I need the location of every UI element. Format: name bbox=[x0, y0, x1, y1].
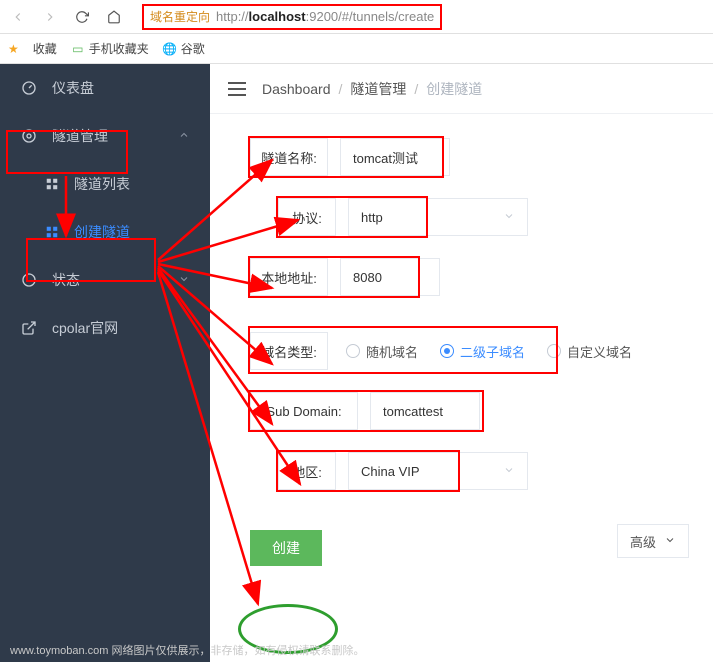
input-tunnel-name[interactable]: tomcat测试 bbox=[340, 138, 450, 176]
main-content: Dashboard / 隧道管理 / 创建隧道 隧道名称: tomcat测试 协… bbox=[210, 64, 713, 662]
chevron-down-icon bbox=[503, 210, 515, 225]
chevron-up-icon bbox=[178, 128, 190, 144]
input-subdomain[interactable]: tomcattest bbox=[370, 392, 480, 430]
radio-icon bbox=[440, 344, 454, 358]
sidebar-item-tunnel-mgmt[interactable]: 隧道管理 bbox=[0, 112, 210, 160]
label-domain-type: 域名类型: bbox=[250, 332, 328, 370]
breadcrumb-dashboard[interactable]: Dashboard bbox=[262, 81, 331, 97]
topbar: Dashboard / 隧道管理 / 创建隧道 bbox=[210, 64, 713, 114]
radio-subdomain[interactable]: 二级子域名 bbox=[440, 342, 525, 361]
input-local-addr[interactable]: 8080 bbox=[340, 258, 440, 296]
chevron-down-icon bbox=[178, 272, 190, 288]
radio-custom-domain[interactable]: 自定义域名 bbox=[547, 342, 632, 361]
breadcrumb-sep: / bbox=[414, 81, 418, 97]
sidebar-label: 隧道管理 bbox=[52, 126, 108, 146]
sidebar-label: cpolar官网 bbox=[52, 318, 118, 338]
footer-watermark: www.toymoban.com 网络图片仅供展示，非存储，如有侵权请联系删除。 bbox=[10, 642, 364, 658]
chevron-down-icon bbox=[664, 534, 676, 549]
breadcrumb-current: 创建隧道 bbox=[426, 79, 482, 99]
row-protocol: 协议: http bbox=[278, 198, 673, 236]
radio-group-domain-type: 随机域名 二级子域名 自定义域名 bbox=[346, 342, 632, 361]
sidebar-item-dashboard[interactable]: 仪表盘 bbox=[0, 64, 210, 112]
label-subdomain: Sub Domain: bbox=[250, 392, 358, 430]
label-region: 地区: bbox=[278, 452, 336, 490]
row-region: 地区: China VIP bbox=[278, 452, 673, 490]
row-domain-type: 域名类型: 随机域名 二级子域名 自定义域名 bbox=[250, 332, 673, 370]
advanced-button[interactable]: 高级 bbox=[617, 524, 689, 558]
chevron-down-icon bbox=[503, 464, 515, 479]
target-icon bbox=[20, 127, 38, 145]
row-local-addr: 本地地址: 8080 bbox=[250, 258, 673, 296]
sidebar-item-create-tunnel[interactable]: 创建隧道 bbox=[0, 208, 210, 256]
sidebar-label: 状态 bbox=[52, 270, 80, 290]
back-button[interactable] bbox=[6, 5, 30, 29]
redirect-label: 域名重定向 bbox=[150, 8, 210, 25]
sidebar-item-tunnel-list[interactable]: 隧道列表 bbox=[0, 160, 210, 208]
globe-icon: 🌐 bbox=[163, 42, 177, 56]
radio-random-domain[interactable]: 随机域名 bbox=[346, 342, 418, 361]
select-region[interactable]: China VIP bbox=[348, 452, 528, 490]
phone-icon: ▭ bbox=[71, 42, 85, 56]
breadcrumb-sep: / bbox=[339, 81, 343, 97]
form-area: 隧道名称: tomcat测试 协议: http 本地地址: 8080 域名类型: bbox=[210, 114, 713, 590]
bookmark-google[interactable]: 🌐 谷歌 bbox=[163, 40, 205, 57]
forward-button[interactable] bbox=[38, 5, 62, 29]
create-button[interactable]: 创建 bbox=[250, 530, 322, 566]
sidebar: 仪表盘 隧道管理 隧道列表 创建隧道 状态 cpolar官网 bbox=[0, 64, 210, 662]
grid-icon bbox=[44, 176, 60, 192]
star-icon: ★ bbox=[8, 42, 19, 56]
url-bar[interactable]: 域名重定向 http://localhost:9200/#/tunnels/cr… bbox=[134, 4, 707, 30]
radio-icon bbox=[547, 344, 561, 358]
favorites-label: 收藏 bbox=[33, 40, 57, 57]
status-icon bbox=[20, 271, 38, 289]
home-button[interactable] bbox=[102, 5, 126, 29]
radio-icon bbox=[346, 344, 360, 358]
label-local-addr: 本地地址: bbox=[250, 258, 328, 296]
external-link-icon bbox=[20, 319, 38, 337]
browser-toolbar: 域名重定向 http://localhost:9200/#/tunnels/cr… bbox=[0, 0, 713, 34]
breadcrumb: Dashboard / 隧道管理 / 创建隧道 bbox=[262, 79, 482, 99]
row-subdomain: Sub Domain: tomcattest bbox=[250, 392, 673, 430]
sidebar-item-status[interactable]: 状态 bbox=[0, 256, 210, 304]
select-protocol[interactable]: http bbox=[348, 198, 528, 236]
sidebar-label: 隧道列表 bbox=[74, 174, 130, 194]
sidebar-label: 创建隧道 bbox=[74, 222, 130, 242]
url-text: http://localhost:9200/#/tunnels/create bbox=[216, 9, 434, 24]
bookmark-mobile[interactable]: ▭ 手机收藏夹 bbox=[71, 40, 149, 57]
breadcrumb-tunnel-mgmt[interactable]: 隧道管理 bbox=[350, 79, 406, 99]
dashboard-icon bbox=[20, 79, 38, 97]
sidebar-item-cpolar-site[interactable]: cpolar官网 bbox=[0, 304, 210, 352]
label-tunnel-name: 隧道名称: bbox=[250, 138, 328, 176]
grid-icon bbox=[44, 224, 60, 240]
bookmark-bar: ★ 收藏 ▭ 手机收藏夹 🌐 谷歌 bbox=[0, 34, 713, 64]
label-protocol: 协议: bbox=[278, 198, 336, 236]
menu-toggle-icon[interactable] bbox=[228, 82, 246, 96]
reload-button[interactable] bbox=[70, 5, 94, 29]
row-tunnel-name: 隧道名称: tomcat测试 bbox=[250, 138, 673, 176]
sidebar-label: 仪表盘 bbox=[52, 78, 94, 98]
